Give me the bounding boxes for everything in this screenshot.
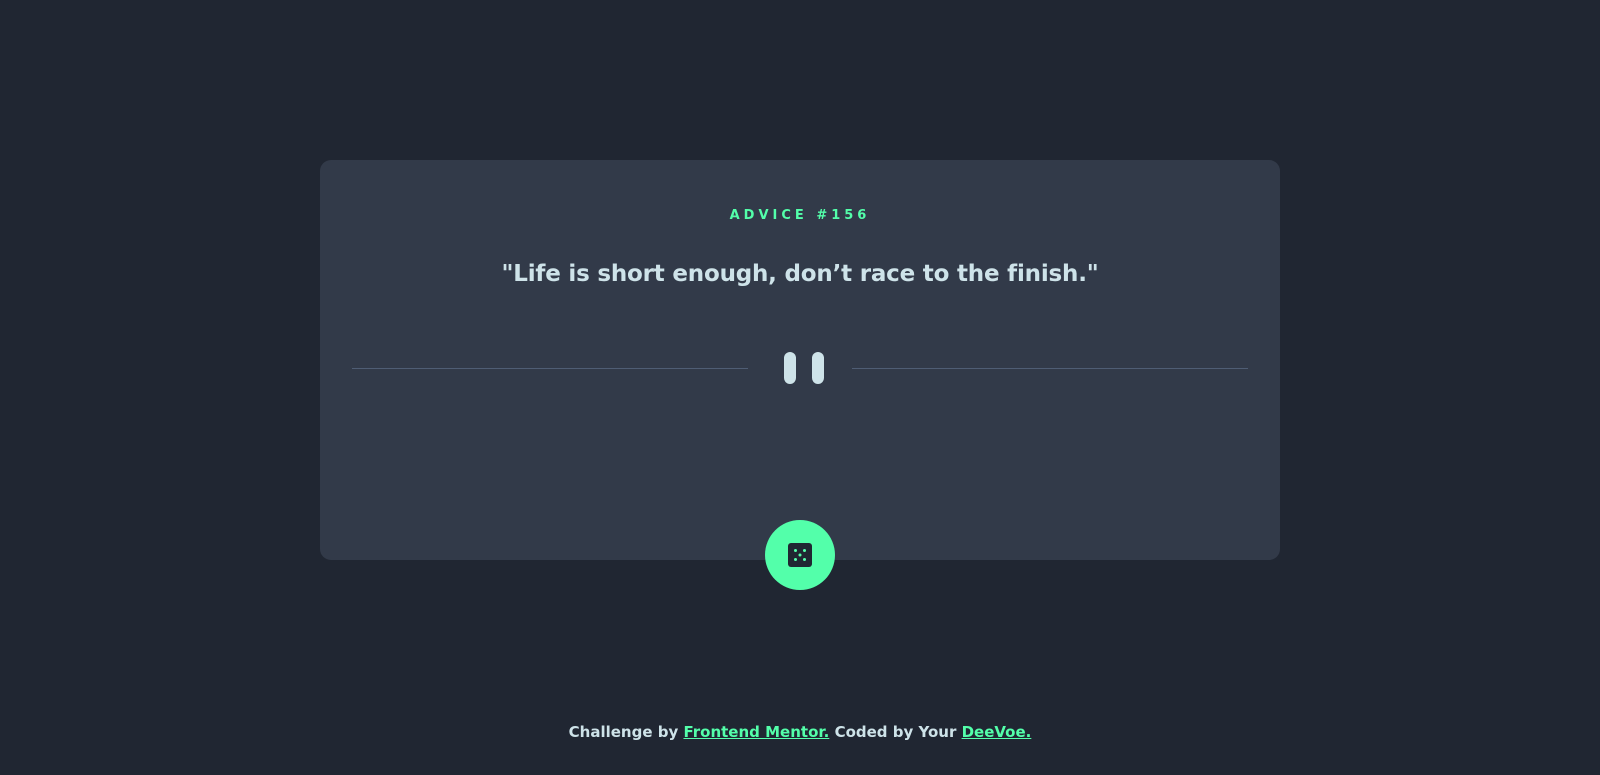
pause-icon xyxy=(780,352,824,384)
divider-line-right xyxy=(852,368,1248,369)
author-link[interactable]: DeeVoe. xyxy=(962,723,1032,741)
pause-bar-left xyxy=(784,352,796,384)
divider-line-left xyxy=(352,368,748,369)
advice-number: ADVICE #156 xyxy=(729,208,871,223)
frontend-mentor-link[interactable]: Frontend Mentor. xyxy=(683,723,829,741)
advice-quote: "Life is short enough, don’t race to the… xyxy=(501,261,1099,287)
attribution-prefix: Challenge by xyxy=(568,723,684,741)
attribution: Challenge by Frontend Mentor. Coded by Y… xyxy=(0,722,1600,742)
dice-icon xyxy=(788,543,812,567)
pause-bar-right xyxy=(812,352,824,384)
dice-button[interactable] xyxy=(765,520,835,590)
attribution-middle: Coded by Your xyxy=(829,723,962,741)
divider xyxy=(352,352,1248,386)
advice-card: ADVICE #156 "Life is short enough, don’t… xyxy=(320,160,1280,560)
